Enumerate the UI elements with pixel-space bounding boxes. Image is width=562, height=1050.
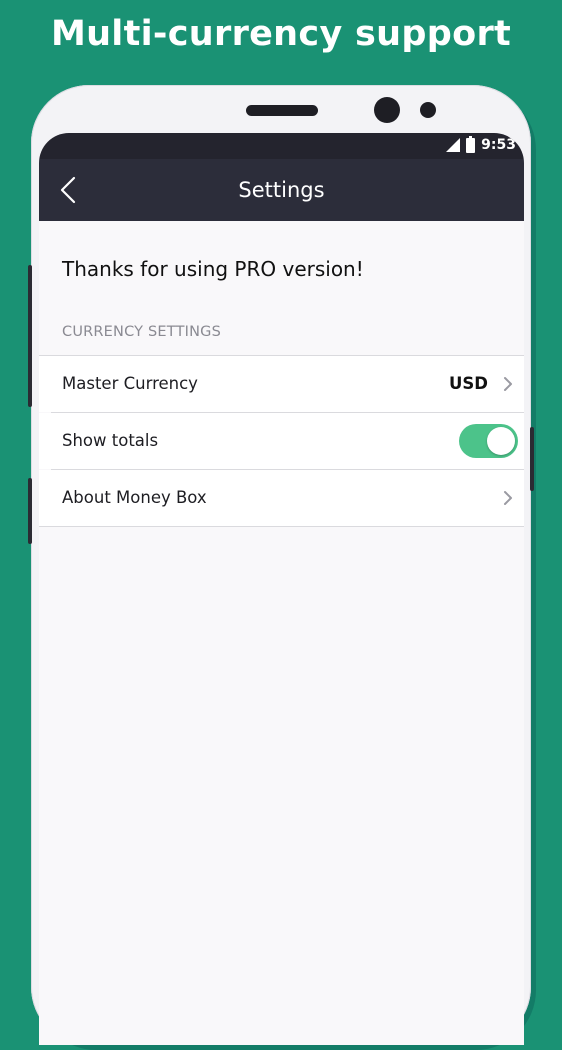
app-bar: Settings bbox=[39, 159, 524, 221]
about-money-box-row[interactable]: About Money Box bbox=[39, 470, 524, 526]
status-time: 9:53 bbox=[481, 137, 516, 153]
volume-button bbox=[28, 265, 32, 407]
back-button[interactable] bbox=[53, 173, 87, 207]
pro-version-message: Thanks for using PRO version! bbox=[62, 257, 364, 281]
proximity-sensor bbox=[420, 102, 436, 118]
front-camera bbox=[374, 97, 400, 123]
page-title: Settings bbox=[238, 178, 325, 202]
master-currency-row[interactable]: Master Currency USD bbox=[39, 356, 524, 412]
section-header-currency-settings: CURRENCY SETTINGS bbox=[62, 324, 222, 340]
about-money-box-label: About Money Box bbox=[62, 488, 207, 507]
chevron-right-icon bbox=[504, 377, 512, 391]
divider bbox=[39, 526, 524, 527]
phone-frame: 9:53 Settings Thanks for using PRO versi… bbox=[28, 85, 534, 1045]
show-totals-row: Show totals bbox=[39, 413, 524, 469]
master-currency-label: Master Currency bbox=[62, 374, 198, 393]
chevron-right-icon bbox=[504, 491, 512, 505]
power-button bbox=[530, 427, 534, 491]
toggle-knob bbox=[487, 427, 515, 455]
phone-screen: 9:53 Settings Thanks for using PRO versi… bbox=[39, 133, 524, 1045]
battery-icon bbox=[466, 135, 476, 153]
show-totals-label: Show totals bbox=[62, 431, 159, 450]
side-button bbox=[28, 478, 32, 544]
master-currency-value: USD bbox=[449, 374, 488, 393]
status-bar: 9:53 bbox=[39, 133, 524, 159]
signal-icon bbox=[446, 138, 461, 152]
status-icons: 9:53 bbox=[446, 135, 516, 153]
show-totals-toggle[interactable] bbox=[459, 424, 518, 458]
chevron-left-icon bbox=[60, 176, 76, 204]
speaker-grille bbox=[246, 105, 318, 116]
promo-headline: Multi-currency support bbox=[50, 14, 512, 54]
